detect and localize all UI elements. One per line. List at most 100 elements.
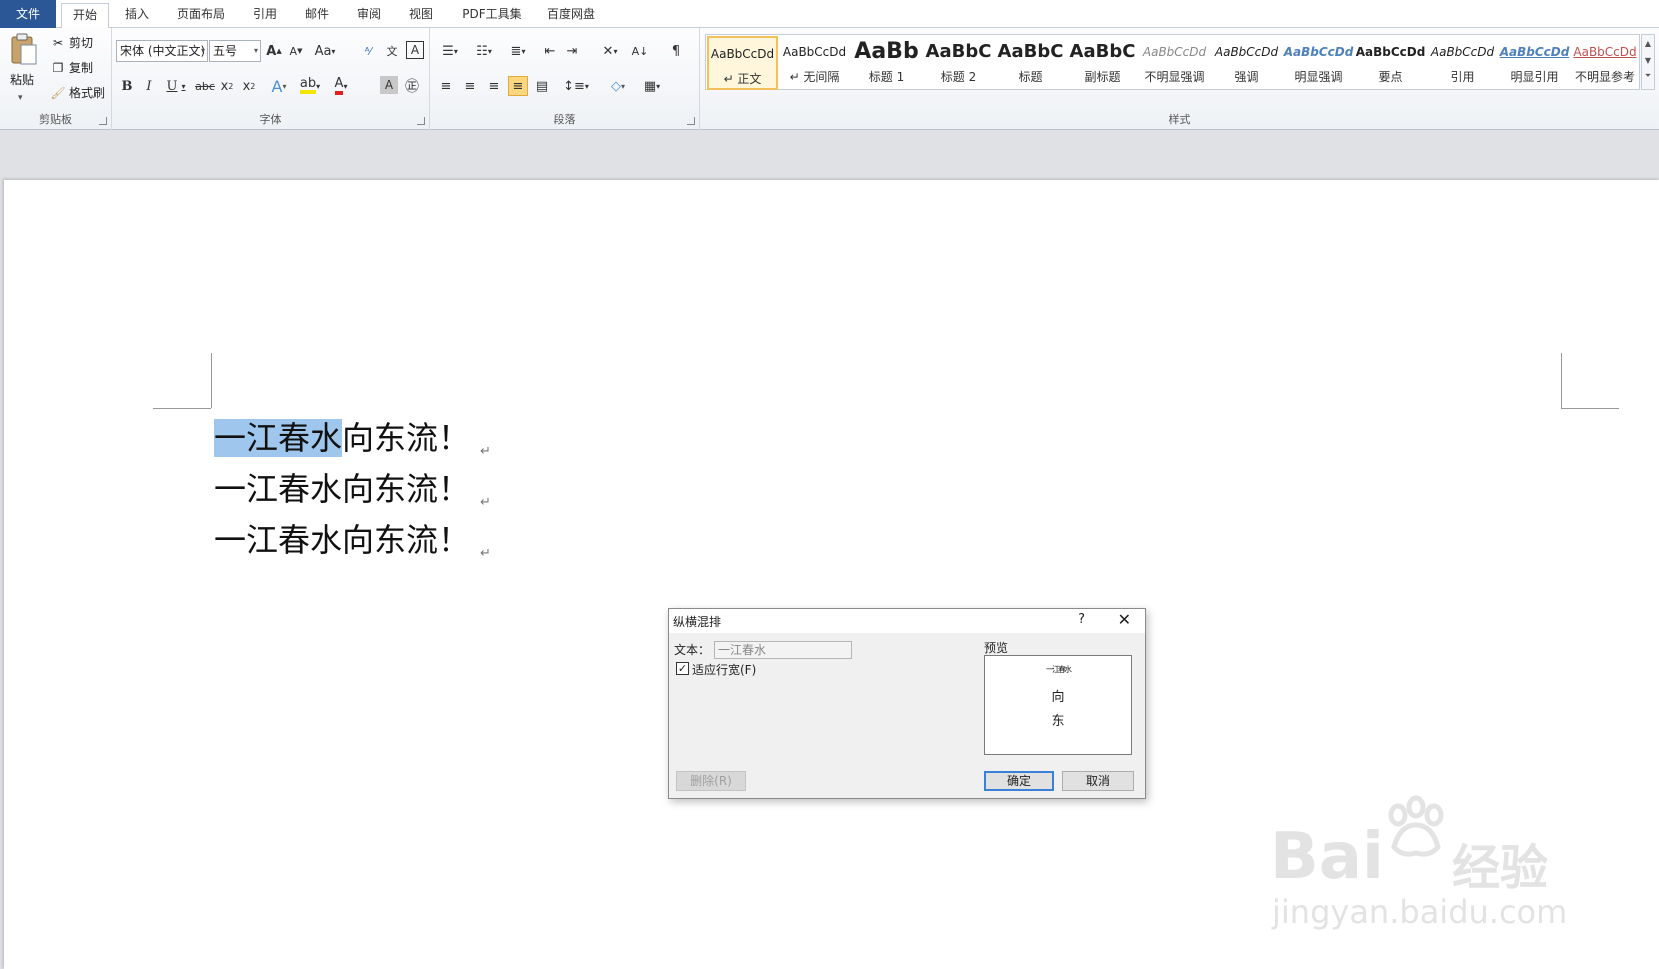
multilevel-list-icon[interactable]: ≣ ▾ (504, 41, 532, 61)
paragraph-mark: ↵ (480, 546, 491, 561)
copy-icon: ❐ (52, 61, 64, 75)
paste-button[interactable]: 粘贴 (10, 70, 34, 90)
copy-button[interactable]: ❐ 复制 (50, 58, 93, 78)
align-right-icon[interactable]: ≡ (484, 76, 504, 96)
cancel-button[interactable]: 取消 (1062, 771, 1134, 791)
chevron-down-icon: ▾ (200, 46, 205, 55)
close-icon[interactable]: ✕ (1118, 610, 1131, 629)
tab-insert[interactable]: 插入 (118, 3, 156, 28)
justify-icon[interactable]: ≡ (508, 76, 528, 96)
enclose-characters-icon[interactable]: ㊣ (402, 76, 422, 96)
crop-mark (1561, 353, 1562, 408)
tab-mailings[interactable]: 邮件 (298, 3, 336, 28)
ribbon-tab-bar: 文件 开始 插入 页面布局 引用 邮件 审阅 视图 PDF工具集 百度网盘 (0, 0, 1659, 29)
shading-icon[interactable]: ◇ ▾ (604, 76, 632, 96)
paragraph-mark: ↵ (480, 495, 491, 510)
tab-pdf-tools[interactable]: PDF工具集 (456, 3, 528, 28)
paste-dropdown-icon[interactable]: ▾ (18, 88, 23, 108)
font-name-combo[interactable]: 宋体 (中文正文) ▾ (116, 40, 208, 62)
highlight-color-icon[interactable]: ab ▾ (296, 76, 324, 96)
watermark-url: jingyan.baidu.com (1272, 893, 1568, 931)
tab-home[interactable]: 开始 (61, 3, 109, 29)
document-paragraph[interactable]: 一江春水向东流！ ↵ (214, 414, 491, 462)
preview-char: 向 (1051, 690, 1065, 705)
decrease-indent-icon[interactable]: ⇤ (540, 41, 560, 61)
format-painter-button[interactable]: 🖌 格式刷 (50, 83, 105, 103)
character-border-icon[interactable]: A (406, 41, 424, 59)
numbering-icon[interactable]: ☷ ▾ (470, 41, 498, 61)
brush-icon: 🖌 (50, 86, 66, 100)
cut-button[interactable]: ✂ 剪切 (50, 33, 93, 53)
increase-indent-icon[interactable]: ⇥ (562, 41, 582, 61)
dialog-title: 纵横混排 (673, 615, 722, 629)
styles-group: 样式 (700, 28, 1659, 130)
selected-text[interactable]: 一江春水 (214, 419, 343, 457)
align-left-icon[interactable]: ≡ (436, 76, 456, 96)
crop-mark (211, 353, 212, 408)
underline-icon[interactable]: U ▾ (162, 76, 190, 96)
clipboard-group-label: 剪贴板 (39, 113, 72, 126)
combine-vertical-horizontal-dialog: 纵横混排 ? ✕ 文本： 一江春水 ✓ 适应行宽(F) 预览 一江春水 向 东 … (668, 608, 1146, 799)
show-marks-icon[interactable]: ¶ (666, 41, 686, 61)
font-size-value: 五号 (213, 44, 238, 58)
grow-font-icon[interactable]: A ▲ (265, 41, 283, 61)
tab-references[interactable]: 引用 (246, 3, 284, 28)
tab-baidu-netdisk[interactable]: 百度网盘 (540, 3, 602, 28)
font-color-icon[interactable]: A ▾ (328, 76, 354, 96)
paragraph-launcher-icon[interactable] (687, 117, 695, 125)
clipboard-group: 粘贴 ▾ ✂ 剪切 ❐ 复制 🖌 格式刷 剪贴板 (0, 28, 112, 130)
font-launcher-icon[interactable] (417, 117, 425, 125)
paragraph-text: 一江春水向东流！ (214, 521, 471, 559)
subscript-icon[interactable]: x2 (218, 76, 236, 96)
clipboard-launcher-icon[interactable] (99, 117, 107, 125)
paragraph-mark: ↵ (480, 444, 491, 459)
phonetic-guide-icon[interactable]: 文 (382, 41, 402, 61)
change-case-icon[interactable]: Aa ▾ (312, 41, 338, 61)
document-paragraph[interactable]: 一江春水向东流！ ↵ (214, 516, 491, 564)
watermark-brand-suffix: 经验 (1452, 840, 1549, 896)
format-painter-label: 格式刷 (69, 86, 106, 100)
text-field-label: 文本： (674, 643, 711, 657)
distributed-icon[interactable]: ▤ (532, 76, 552, 96)
ok-button[interactable]: 确定 (984, 771, 1054, 791)
align-center-icon[interactable]: ≡ (460, 76, 480, 96)
fit-line-width-checkbox[interactable]: ✓ (676, 662, 689, 675)
paragraph-text: 向东流！ (342, 419, 471, 457)
tab-page-layout[interactable]: 页面布局 (170, 3, 232, 28)
sort-icon[interactable]: A↓ (630, 41, 650, 61)
ribbon: 粘贴 ▾ ✂ 剪切 ❐ 复制 🖌 格式刷 剪贴板 宋体 (中文正文) ▾ 五号 ▾ A ▲ … (0, 28, 1659, 130)
bullets-icon[interactable]: ☰ ▾ (436, 41, 464, 61)
document-paragraph[interactable]: 一江春水向东流！ ↵ (214, 465, 491, 513)
text-field[interactable]: 一江春水 (714, 641, 852, 659)
borders-icon[interactable]: ▦ ▾ (638, 76, 666, 96)
tab-review[interactable]: 审阅 (350, 3, 388, 28)
scissors-icon: ✂ (52, 36, 64, 50)
dialog-title-bar[interactable]: 纵横混排 ? ✕ (669, 609, 1145, 633)
paragraph-text: 一江春水向东流！ (214, 470, 471, 508)
styles-group-label: 样式 (1168, 113, 1191, 126)
help-icon[interactable]: ? (1078, 612, 1085, 627)
paragraph-group-label: 段落 (553, 113, 576, 126)
preview-label: 预览 (984, 641, 1009, 655)
font-group-label: 字体 (259, 113, 282, 126)
clear-formatting-icon[interactable]: ᴬ⁄ (358, 41, 378, 61)
shrink-font-icon[interactable]: A ▼ (287, 41, 305, 61)
preview-char: 东 (1051, 714, 1065, 729)
paste-icon[interactable] (6, 32, 42, 68)
superscript-icon[interactable]: x2 (240, 76, 258, 96)
delete-button[interactable]: 删除(R) (676, 771, 746, 791)
italic-icon[interactable]: I (140, 76, 158, 96)
crop-mark (153, 408, 211, 409)
strikethrough-icon[interactable]: abc (194, 76, 216, 96)
line-spacing-icon[interactable]: ↕≡ ▾ (562, 76, 590, 96)
fit-line-width-label[interactable]: 适应行宽(F) (692, 661, 756, 678)
tab-view[interactable]: 视图 (402, 3, 440, 28)
font-group: 宋体 (中文正文) ▾ 五号 ▾ A ▲ A ▼ Aa ▾ ᴬ⁄ 文 A B I U ▾ a… (112, 28, 430, 130)
character-shading-icon[interactable]: A (380, 76, 398, 94)
chinese-layout-icon[interactable]: ✕ ▾ (596, 41, 624, 61)
bold-icon[interactable]: B (118, 76, 136, 96)
font-size-combo[interactable]: 五号 ▾ (209, 40, 261, 62)
text-effects-icon[interactable]: A ▾ (266, 76, 292, 96)
crop-mark (1561, 408, 1619, 409)
tab-file[interactable]: 文件 (0, 0, 56, 28)
